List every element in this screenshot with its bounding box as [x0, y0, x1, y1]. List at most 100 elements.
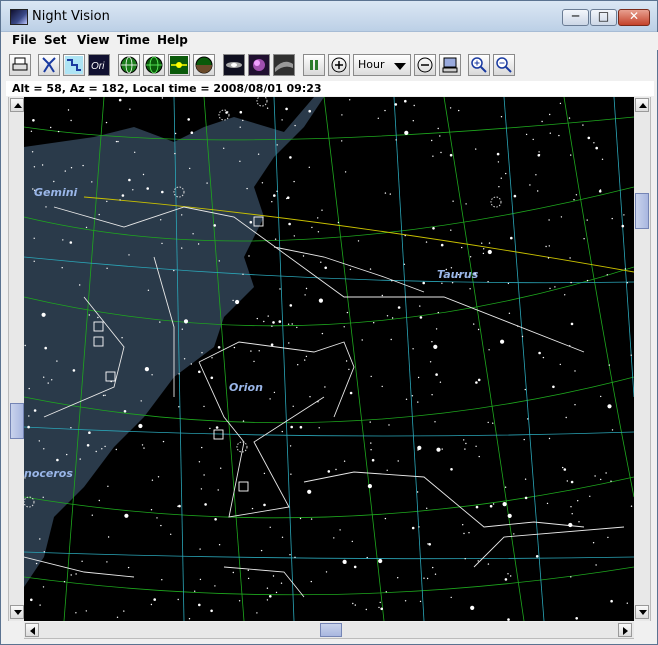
minimize-button[interactable]: ─	[562, 9, 589, 26]
star	[289, 304, 293, 307]
star	[181, 247, 183, 249]
altaz-grid-button[interactable]	[143, 54, 165, 76]
sky-chart[interactable]	[24, 97, 634, 621]
star	[391, 317, 394, 319]
close-button[interactable]: ✕	[618, 9, 650, 26]
bottom-scrollbar[interactable]	[24, 622, 634, 639]
scroll-thumb-right[interactable]	[635, 193, 649, 229]
star	[366, 556, 368, 559]
star	[32, 119, 35, 122]
star	[75, 612, 77, 614]
star	[134, 151, 136, 153]
right-scrollbar[interactable]	[634, 97, 651, 621]
star	[297, 364, 299, 366]
star	[450, 596, 452, 599]
constellation-name-button[interactable]: Ori	[88, 54, 110, 76]
star	[370, 449, 372, 451]
scroll-right-button[interactable]	[618, 623, 632, 637]
star	[281, 536, 284, 538]
altaz-grid-line	[24, 566, 634, 596]
star	[341, 140, 343, 142]
star	[269, 595, 272, 598]
title-bar[interactable]: Night Vision ─ □ ✕	[1, 1, 657, 32]
star	[589, 495, 591, 497]
scroll-down-button[interactable]	[10, 605, 24, 619]
star	[367, 484, 372, 489]
galaxy-button[interactable]	[223, 54, 245, 76]
star	[610, 599, 613, 603]
step-back-icon	[417, 57, 433, 73]
star	[33, 409, 37, 412]
chevron-down-icon	[394, 63, 406, 70]
menu-view[interactable]: View	[77, 33, 109, 47]
scroll-left-button[interactable]	[25, 623, 39, 637]
nebula-button[interactable]	[248, 54, 270, 76]
star	[257, 153, 260, 155]
monitor-button[interactable]	[439, 54, 461, 76]
star	[115, 448, 118, 451]
star	[66, 453, 68, 456]
step-back-button[interactable]	[414, 54, 436, 76]
star	[611, 429, 614, 431]
star	[105, 121, 108, 124]
star	[173, 269, 175, 272]
scroll-thumb[interactable]	[10, 403, 24, 439]
star	[601, 158, 604, 160]
close-icon: ✕	[628, 9, 640, 23]
scroll-up-button[interactable]	[10, 98, 24, 112]
left-scrollbar[interactable]	[8, 97, 25, 621]
star	[199, 578, 202, 581]
menu-help[interactable]: Help	[157, 33, 188, 47]
star	[523, 438, 525, 441]
step-forward-icon	[331, 57, 347, 73]
menu-time[interactable]: Time	[117, 33, 150, 47]
altaz-grid-line	[443, 97, 525, 621]
star	[41, 164, 44, 166]
equatorial-grid-button[interactable]	[118, 54, 140, 76]
star	[624, 268, 627, 270]
horizon-button[interactable]	[193, 54, 215, 76]
star	[70, 427, 72, 429]
scroll-thumb-horizontal[interactable]	[320, 623, 342, 637]
star	[272, 575, 275, 577]
star	[127, 566, 130, 569]
star	[28, 415, 30, 417]
deep-sky-marker	[238, 481, 249, 492]
menu-file[interactable]: File	[12, 33, 37, 47]
scroll-down-button-right[interactable]	[635, 605, 649, 619]
equatorial-grid-line	[24, 551, 634, 560]
star	[404, 99, 407, 103]
star	[217, 489, 219, 491]
star	[548, 245, 550, 247]
star	[178, 373, 180, 375]
time-step-select[interactable]: Hour	[353, 54, 411, 76]
star	[419, 600, 422, 603]
constellation-boundary-button[interactable]	[63, 54, 85, 76]
milky-way-button[interactable]	[273, 54, 295, 76]
star	[251, 507, 254, 510]
star	[88, 314, 91, 316]
star	[327, 470, 331, 473]
star	[321, 332, 324, 335]
star	[626, 282, 628, 284]
print-button[interactable]	[9, 54, 31, 76]
star	[210, 609, 213, 613]
star	[562, 466, 564, 469]
ecliptic-button[interactable]	[168, 54, 190, 76]
menu-set[interactable]: Set	[44, 33, 67, 47]
zoom-in-button[interactable]	[468, 54, 490, 76]
star	[389, 193, 391, 195]
maximize-button[interactable]: □	[590, 9, 617, 26]
pause-button[interactable]	[303, 54, 325, 76]
zoom-out-button[interactable]	[493, 54, 515, 76]
star	[508, 312, 511, 314]
star	[69, 241, 73, 244]
star	[159, 321, 161, 323]
star	[192, 233, 194, 235]
step-forward-button[interactable]	[328, 54, 350, 76]
star	[317, 231, 320, 233]
constellation-line-button[interactable]	[38, 54, 60, 76]
scroll-up-button-right[interactable]	[635, 98, 649, 112]
sky-view[interactable]: Gemini Taurus Orion noceros	[24, 97, 634, 621]
star	[559, 102, 562, 105]
